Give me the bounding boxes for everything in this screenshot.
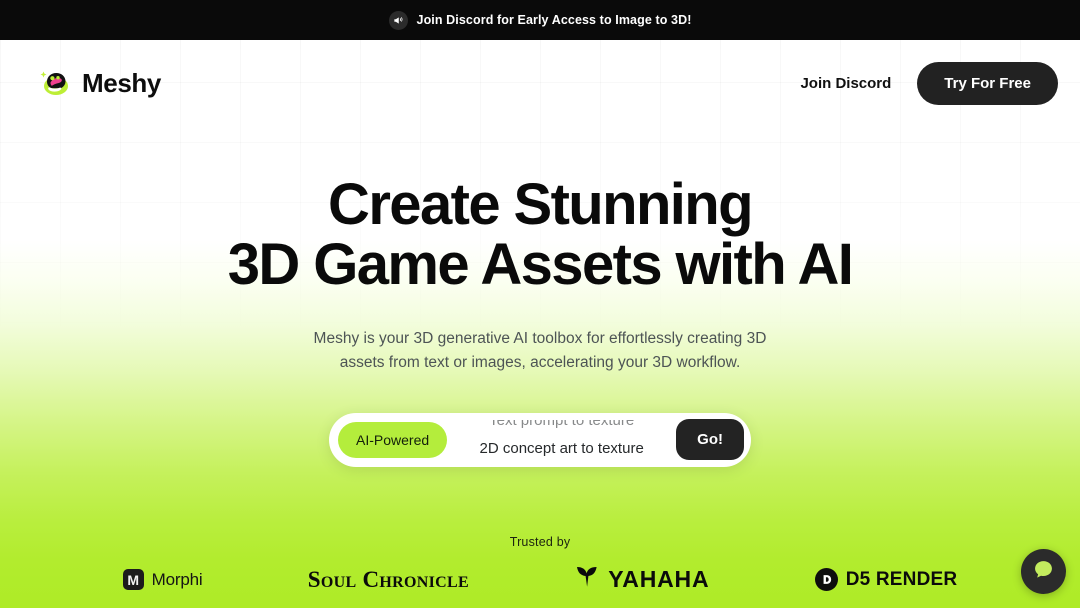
yahaha-bird-icon [574,565,600,594]
rotating-prompt-text: Text prompt to texture 2D concept art to… [453,420,670,460]
yahaha-label: YAHAHA [608,566,710,592]
d5-mark-icon [814,568,838,591]
megaphone-icon [388,10,408,30]
hero-subtitle: Meshy is your 3D generative AI toolbox f… [313,329,767,371]
try-for-free-button[interactable]: Try For Free [917,61,1058,105]
page-title: Create Stunning 3D Game Assets with AI [0,172,1080,298]
partner-logo-morphi[interactable]: M Morphi [122,569,203,590]
announcement-banner[interactable]: Join Discord for Early Access to Image t… [0,0,1080,40]
go-button[interactable]: Go! [676,419,744,461]
prompt-bar[interactable]: AI-Powered Text prompt to texture 2D con… [329,412,751,467]
join-discord-link[interactable]: Join Discord [800,75,891,92]
site-header: Meshy Join Discord Try For Free [0,40,1080,126]
header-nav: Join Discord Try For Free [800,61,1058,105]
soul-chronicle-label: Soul Chronicle [307,566,469,592]
partner-logo-d5-render[interactable]: D5 RENDER [814,568,958,591]
morphi-label: Morphi [151,569,203,589]
rotating-prompt-current: 2D concept art to texture [479,439,644,457]
chat-bubble-icon [1032,558,1055,586]
partner-logo-yahaha[interactable]: YAHAHA [574,565,709,594]
d5-render-label: D5 RENDER [845,568,958,590]
headline-line-1: Create Stunning [328,172,754,237]
ai-powered-pill[interactable]: AI-Powered [338,421,448,458]
partner-logo-soul-chronicle[interactable]: Soul Chronicle [308,567,469,593]
headline-line-2: 3D Game Assets with AI [227,232,854,298]
announcement-banner-text: Join Discord for Early Access to Image t… [416,13,692,27]
meshy-logo-text: Meshy [82,67,161,98]
trusted-by-label: Trusted by [509,535,571,549]
partner-logos: M Morphi Soul Chronicle YAHAHA D5 RENDER [0,565,1080,594]
rotating-prompt-outgoing: Text prompt to texture [489,419,635,429]
morphi-mark-icon: M [122,569,144,590]
chat-widget-button[interactable] [1021,549,1066,594]
page-canvas: Meshy Join Discord Try For Free Create S… [0,40,1080,608]
meshy-mascot-icon [38,66,72,100]
meshy-logo[interactable]: Meshy [38,66,161,100]
